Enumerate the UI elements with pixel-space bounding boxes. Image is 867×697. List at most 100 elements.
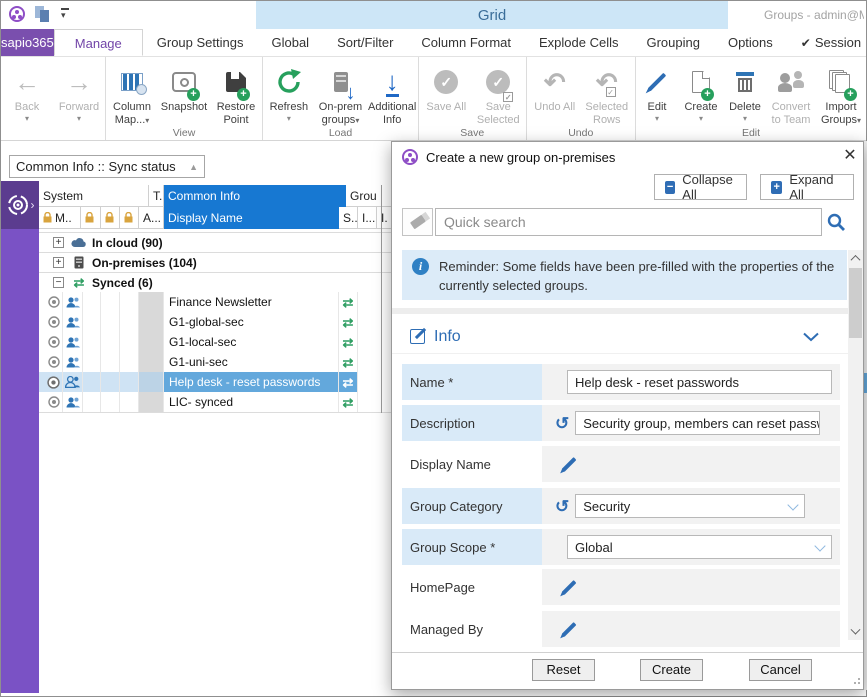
column-header-group[interactable]: Grou xyxy=(346,185,393,207)
display-name-cell[interactable]: G1-global-sec xyxy=(164,312,339,332)
field-label: Display Name xyxy=(402,446,542,482)
tab-column-format[interactable]: Column Format xyxy=(407,29,525,56)
radio-icon[interactable] xyxy=(45,292,63,312)
tab-grouping[interactable]: Grouping xyxy=(632,29,713,56)
column-header-m[interactable]: M.. xyxy=(39,207,81,229)
sync-status-icon: ⇄ xyxy=(339,392,358,412)
tab-options[interactable]: Options xyxy=(714,29,787,56)
collapse-minus-icon[interactable]: − xyxy=(53,277,64,288)
quick-search-input[interactable] xyxy=(435,208,822,236)
radio-icon[interactable] xyxy=(45,312,63,332)
tab-session[interactable]: ✔Session xyxy=(787,29,867,56)
tree-group-in-cloud[interactable]: + In cloud (90) xyxy=(39,232,393,252)
forward-button[interactable]: → Forward▾ xyxy=(53,60,105,140)
contextual-tab-grid[interactable]: Grid xyxy=(256,1,728,29)
display-name-cell[interactable]: Help desk - reset passwords xyxy=(164,372,339,392)
resize-grip[interactable] xyxy=(850,674,860,684)
chevron-right-icon: › xyxy=(31,198,35,212)
scrollbar-thumb[interactable] xyxy=(849,268,862,338)
group-row[interactable]: LIC- synced ⇄ xyxy=(39,392,393,412)
column-header-common-info[interactable]: Common Info xyxy=(164,185,346,207)
edit-pencil-icon[interactable] xyxy=(562,457,577,472)
grid-pane-divider xyxy=(381,185,382,413)
close-icon[interactable]: ✕ xyxy=(840,146,860,166)
column-header-sync-status[interactable]: S... xyxy=(339,207,358,229)
scroll-up-icon[interactable] xyxy=(848,250,863,266)
display-name-cell[interactable]: LIC- synced xyxy=(164,392,339,412)
radio-icon[interactable] xyxy=(45,392,63,412)
clear-search-button[interactable] xyxy=(402,208,433,236)
tab-manage[interactable]: Manage xyxy=(54,29,143,56)
display-name-cell[interactable]: G1-uni-sec xyxy=(164,352,339,372)
tab-sort-filter[interactable]: Sort/Filter xyxy=(323,29,407,56)
sync-status-icon: ⇄ xyxy=(339,372,358,392)
group-row[interactable]: G1-local-sec ⇄ xyxy=(39,332,393,352)
collapse-triangle-icon: ▲ xyxy=(189,162,198,172)
description-input[interactable]: Security group, members can reset passwo… xyxy=(575,411,820,435)
gear-sync-icon xyxy=(6,193,30,217)
expand-plus-icon[interactable]: + xyxy=(53,237,64,248)
expand-plus-icon[interactable]: + xyxy=(53,257,64,268)
column-header-a[interactable]: A... xyxy=(139,207,164,229)
radio-icon[interactable] xyxy=(45,352,63,372)
edit-pencil-icon[interactable] xyxy=(562,580,577,595)
ribbon-group-load: Refresh▾ ↓ On-prem groups▾ ↓ Additional … xyxy=(263,57,419,140)
revert-icon[interactable]: ↺ xyxy=(555,498,569,515)
column-header-lock2[interactable] xyxy=(101,207,120,229)
name-input[interactable]: Help desk - reset passwords xyxy=(567,370,832,394)
sidebar-sync-settings-button[interactable]: › xyxy=(1,181,39,229)
group-row-selected[interactable]: Help desk - reset passwords ⇄ xyxy=(39,372,393,392)
plus-badge-icon: + xyxy=(237,88,250,101)
field-label: Managed By xyxy=(402,611,542,647)
edit-pencil-icon[interactable] xyxy=(562,622,577,637)
scroll-down-icon[interactable] xyxy=(848,624,863,640)
reminder-text: Reminder: Some fields have been pre-fill… xyxy=(439,258,841,300)
back-arrow-icon: ← xyxy=(14,69,40,95)
field-description: Description ↺ Security group, members ca… xyxy=(402,405,840,441)
dialog-scrollbar[interactable] xyxy=(848,250,863,640)
cancel-button[interactable]: Cancel xyxy=(749,659,812,681)
ribbon: ← Back▾ → Forward▾ Column Map...▾ + Snap… xyxy=(1,57,866,141)
view-selector-dropdown[interactable]: Common Info :: Sync status▲ xyxy=(9,155,205,178)
group-row[interactable]: G1-uni-sec ⇄ xyxy=(39,352,393,372)
radio-icon[interactable] xyxy=(45,372,63,392)
revert-icon[interactable]: ↺ xyxy=(555,415,569,432)
tree-group-on-premises[interactable]: + On-premises (104) xyxy=(39,252,393,272)
search-button[interactable] xyxy=(826,212,846,237)
display-name-cell[interactable]: G1-local-sec xyxy=(164,332,339,352)
column-header-display-name[interactable]: Display Name xyxy=(164,207,339,229)
display-name-cell[interactable]: Finance Newsletter xyxy=(164,292,339,312)
group-row[interactable]: Finance Newsletter ⇄ xyxy=(39,292,393,312)
column-header-lock1[interactable] xyxy=(81,207,101,229)
tab-group-settings[interactable]: Group Settings xyxy=(143,29,258,56)
column-header-t[interactable]: T... xyxy=(149,185,164,207)
dialog-footer-divider xyxy=(392,652,863,653)
lock-icon xyxy=(105,212,114,223)
window-panes-icon[interactable] xyxy=(35,6,51,22)
column-header-lock3[interactable] xyxy=(120,207,139,229)
field-group-category: Group Category ↺ Security xyxy=(402,488,840,524)
plus-badge-icon: + xyxy=(187,88,200,101)
chevron-down-icon xyxy=(788,499,799,510)
tab-explode-cells[interactable]: Explode Cells xyxy=(525,29,633,56)
group-scope-select[interactable]: Global xyxy=(567,535,832,559)
field-label: HomePage xyxy=(402,569,542,605)
radio-icon[interactable] xyxy=(45,332,63,352)
type-cell xyxy=(139,352,164,372)
check-icon: ✔ xyxy=(801,36,811,50)
group-people-icon xyxy=(63,312,83,332)
info-section-header[interactable]: Info xyxy=(392,320,849,354)
expand-all-button[interactable]: + Expand All xyxy=(760,174,854,200)
group-category-select[interactable]: Security xyxy=(575,494,805,518)
column-header-i1[interactable]: I... xyxy=(358,207,377,229)
qat-dropdown-icon[interactable]: ▾ xyxy=(61,8,69,20)
back-button[interactable]: ← Back▾ xyxy=(1,60,53,140)
tab-global[interactable]: Global xyxy=(257,29,323,56)
tab-sapio365[interactable]: sapio365 xyxy=(1,29,54,56)
reset-button[interactable]: Reset xyxy=(532,659,595,681)
collapse-all-button[interactable]: − Collapse All xyxy=(654,174,747,200)
column-header-system[interactable]: System xyxy=(39,185,149,207)
create-confirm-button[interactable]: Create xyxy=(640,659,703,681)
tree-group-synced[interactable]: − ⇄ Synced (6) xyxy=(39,272,393,292)
group-row[interactable]: G1-global-sec ⇄ xyxy=(39,312,393,332)
